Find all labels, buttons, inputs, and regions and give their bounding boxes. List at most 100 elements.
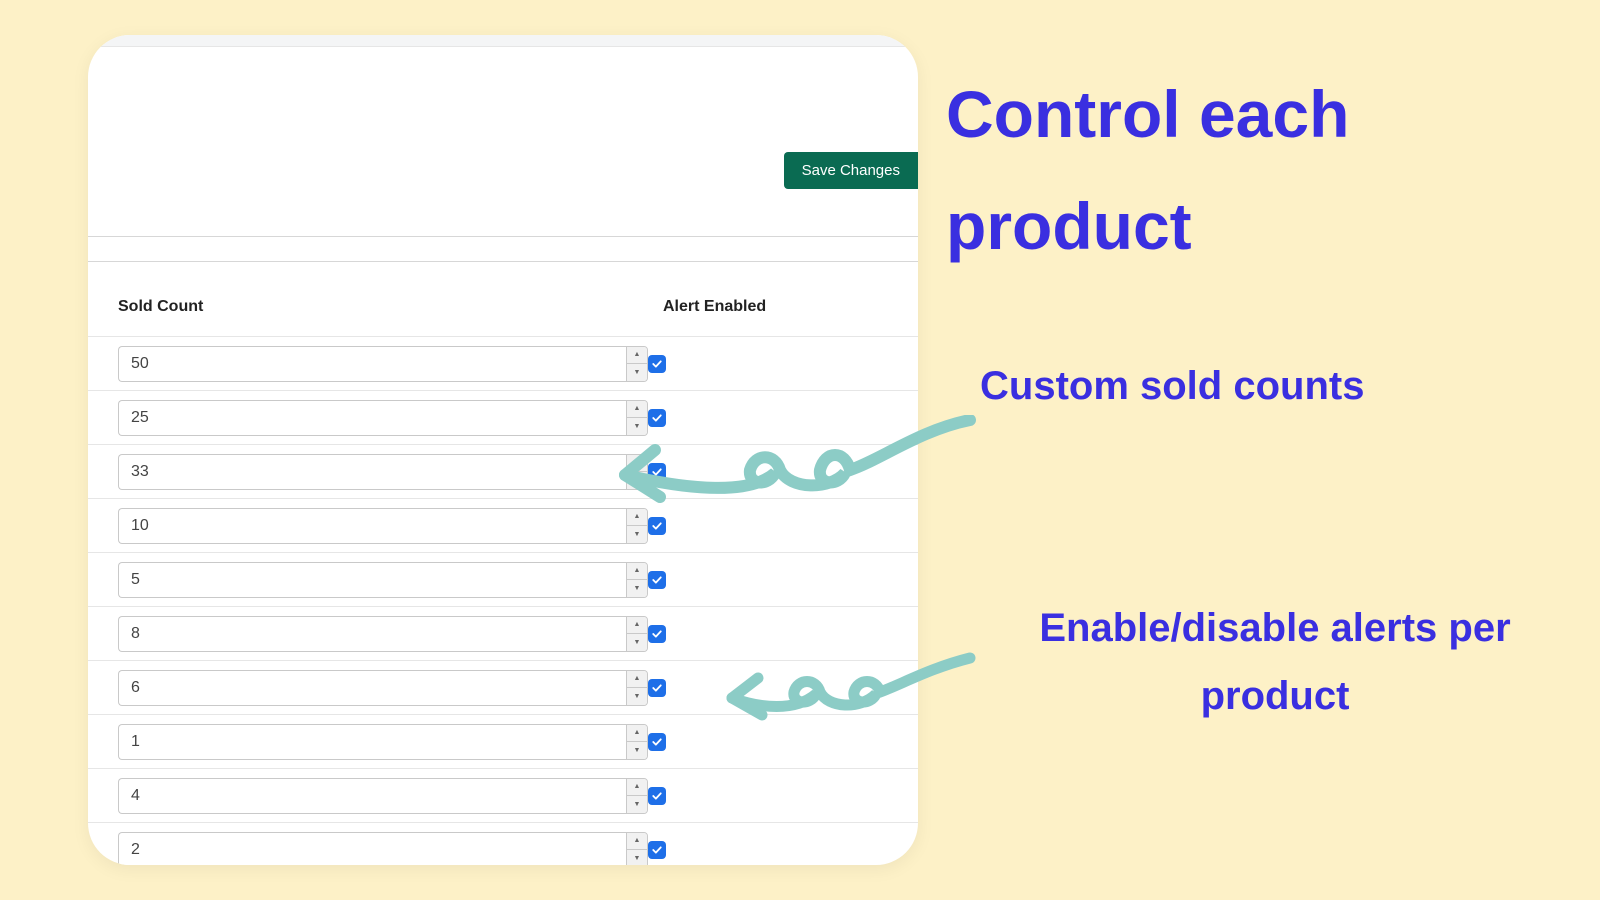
window-top-strip [88,35,918,47]
sold-count-input[interactable] [118,346,626,382]
sold-count-field: ▲▼ [118,562,648,598]
increment-button[interactable]: ▲ [627,725,647,743]
increment-button[interactable]: ▲ [627,401,647,419]
promo-subtext-1: Custom sold counts [980,364,1364,409]
table-row: ▲▼ [88,715,918,769]
promo-heading: Control each product [946,58,1600,282]
alert-enabled-checkbox[interactable] [648,787,666,805]
alert-enabled-checkbox[interactable] [648,625,666,643]
check-icon [651,574,663,586]
check-icon [651,466,663,478]
table-row: ▲▼ [88,553,918,607]
sold-count-field: ▲▼ [118,832,648,866]
number-spinner: ▲▼ [626,832,648,866]
decrement-button[interactable]: ▼ [627,850,647,865]
alert-enabled-checkbox[interactable] [648,409,666,427]
check-icon [651,412,663,424]
settings-panel: Save Changes Sold Count Alert Enabled ▲▼… [88,35,918,865]
alert-enabled-checkbox[interactable] [648,679,666,697]
table-row: ▲▼ [88,337,918,391]
alert-enabled-checkbox[interactable] [648,463,666,481]
table-header-row: Sold Count Alert Enabled [88,262,918,337]
number-spinner: ▲▼ [626,616,648,652]
sold-count-field: ▲▼ [118,454,648,490]
alert-enabled-checkbox[interactable] [648,571,666,589]
number-spinner: ▲▼ [626,400,648,436]
number-spinner: ▲▼ [626,454,648,490]
table-row: ▲▼ [88,661,918,715]
number-spinner: ▲▼ [626,562,648,598]
sold-count-field: ▲▼ [118,670,648,706]
sold-count-field: ▲▼ [118,778,648,814]
table-row: ▲▼ [88,445,918,499]
check-icon [651,628,663,640]
decrement-button[interactable]: ▼ [627,580,647,597]
sold-count-field: ▲▼ [118,616,648,652]
increment-button[interactable]: ▲ [627,617,647,635]
increment-button[interactable]: ▲ [627,509,647,527]
sold-count-field: ▲▼ [118,508,648,544]
sold-count-input[interactable] [118,616,626,652]
decrement-button[interactable]: ▼ [627,742,647,759]
alert-cell [648,517,848,535]
sold-count-input[interactable] [118,562,626,598]
alert-cell [648,787,848,805]
decrement-button[interactable]: ▼ [627,526,647,543]
divider-strip [88,237,918,262]
check-icon [651,358,663,370]
table-row: ▲▼ [88,769,918,823]
decrement-button[interactable]: ▼ [627,472,647,489]
alert-cell [648,679,848,697]
check-icon [651,844,663,856]
table-row: ▲▼ [88,391,918,445]
alert-cell [648,571,848,589]
product-table: Sold Count Alert Enabled ▲▼▲▼▲▼▲▼▲▼▲▼▲▼▲… [88,262,918,865]
alert-cell [648,409,848,427]
sold-count-input[interactable] [118,508,626,544]
sold-count-field: ▲▼ [118,400,648,436]
decrement-button[interactable]: ▼ [627,634,647,651]
alert-cell [648,463,848,481]
increment-button[interactable]: ▲ [627,779,647,797]
number-spinner: ▲▼ [626,778,648,814]
sold-count-input[interactable] [118,778,626,814]
increment-button[interactable]: ▲ [627,455,647,473]
alert-cell [648,841,848,859]
alert-cell [648,355,848,373]
header-alert-enabled: Alert Enabled [663,298,766,316]
alert-cell [648,625,848,643]
decrement-button[interactable]: ▼ [627,418,647,435]
sold-count-input[interactable] [118,724,626,760]
alert-enabled-checkbox[interactable] [648,733,666,751]
promo-subtext-2: Enable/disable alerts per product [980,594,1570,730]
table-row: ▲▼ [88,607,918,661]
alert-enabled-checkbox[interactable] [648,841,666,859]
sold-count-field: ▲▼ [118,346,648,382]
number-spinner: ▲▼ [626,508,648,544]
alert-enabled-checkbox[interactable] [648,355,666,373]
alert-cell [648,733,848,751]
number-spinner: ▲▼ [626,346,648,382]
check-icon [651,736,663,748]
decrement-button[interactable]: ▼ [627,364,647,381]
sold-count-input[interactable] [118,670,626,706]
increment-button[interactable]: ▲ [627,563,647,581]
check-icon [651,520,663,532]
sold-count-input[interactable] [118,832,626,866]
decrement-button[interactable]: ▼ [627,688,647,705]
check-icon [651,682,663,694]
increment-button[interactable]: ▲ [627,833,647,851]
increment-button[interactable]: ▲ [627,671,647,689]
table-row: ▲▼ [88,499,918,553]
sold-count-field: ▲▼ [118,724,648,760]
save-changes-button[interactable]: Save Changes [784,152,918,189]
number-spinner: ▲▼ [626,670,648,706]
alert-enabled-checkbox[interactable] [648,517,666,535]
decrement-button[interactable]: ▼ [627,796,647,813]
increment-button[interactable]: ▲ [627,347,647,365]
sold-count-input[interactable] [118,454,626,490]
check-icon [651,790,663,802]
sold-count-input[interactable] [118,400,626,436]
header-sold-count: Sold Count [118,298,663,316]
toolbar: Save Changes [88,47,918,237]
